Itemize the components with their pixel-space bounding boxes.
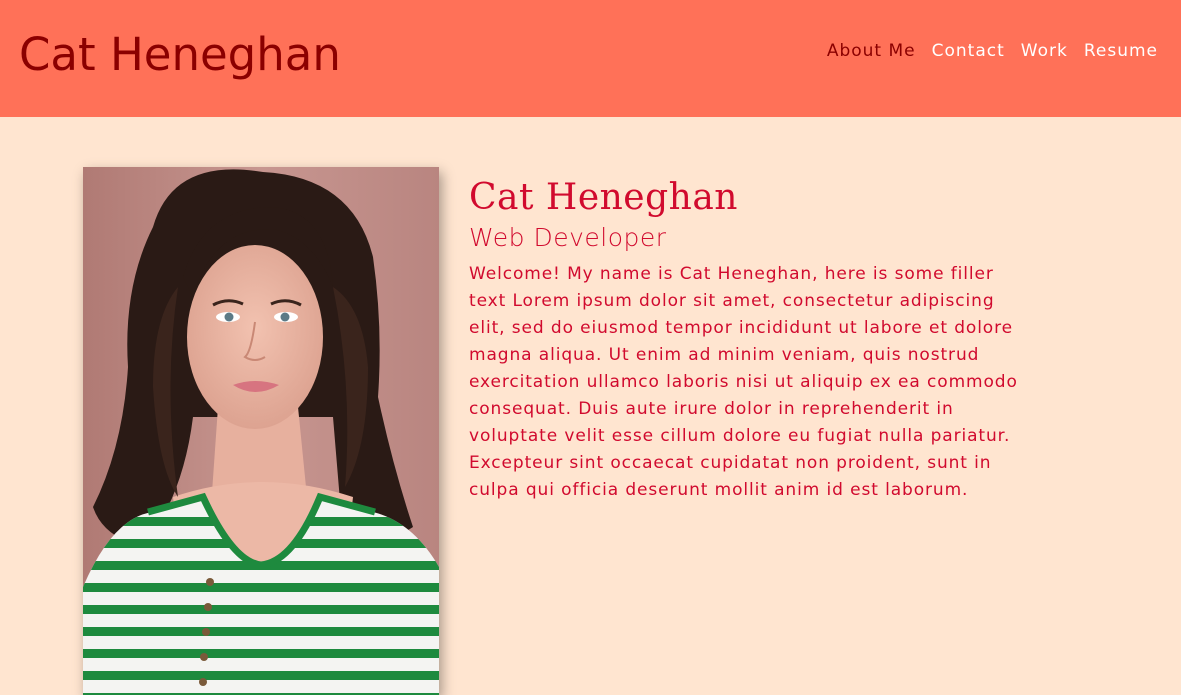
nav-contact[interactable]: Contact <box>932 38 1005 64</box>
profile-name: Cat Heneghan <box>469 177 738 218</box>
profile-photo <box>83 167 439 695</box>
site-title[interactable]: Cat Heneghan <box>19 27 341 83</box>
profile-content: Cat Heneghan Web Developer Welcome! My n… <box>469 175 1029 504</box>
site-header: Cat Heneghan About Me Contact Work Resum… <box>0 0 1181 117</box>
nav-work[interactable]: Work <box>1021 38 1068 64</box>
nav-about-me[interactable]: About Me <box>827 38 916 64</box>
profile-bio: Welcome! My name is Cat Heneghan, here i… <box>469 264 1018 500</box>
profile-role: Web Developer <box>469 223 667 252</box>
nav-resume[interactable]: Resume <box>1084 38 1158 64</box>
main-nav: About Me Contact Work Resume <box>827 38 1158 64</box>
